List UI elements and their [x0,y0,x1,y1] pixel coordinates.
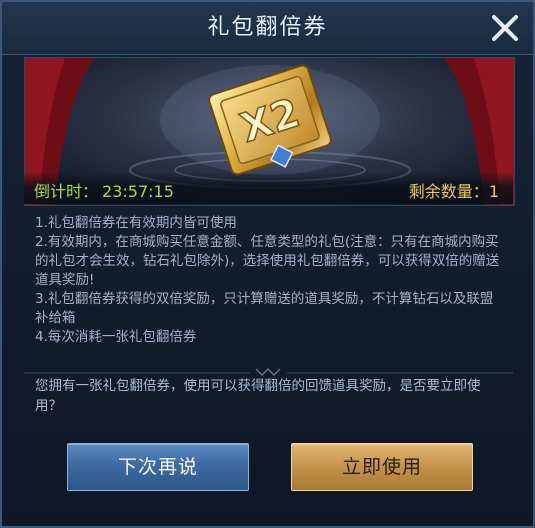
rules-list: 1.礼包翻倍券在有效期内皆可使用 2.有效期内，在商城购买任意金额、任意类型的礼… [35,214,505,347]
remaining-label: 剩余数量： [408,182,489,201]
close-icon [492,15,518,41]
rule-item: 3.礼包翻倍券获得的双倍奖励，只计算赠送的道具奖励，不计算钻石以及联盟补给箱 [35,291,494,326]
countdown-label: 倒计时： [34,182,99,201]
close-button[interactable] [489,12,521,44]
confirm-question: 您拥有一张礼包翻倍券，使用可以获得翻倍的回馈道具奖励，是否要立即使用？ [35,378,481,414]
rule-item: 1.礼包翻倍券在有效期内皆可使用 [35,215,237,231]
remaining-count: 剩余数量：1 [409,178,499,202]
remaining-value: 1 [488,182,499,201]
countdown: 倒计时： 23:57:15 [34,178,174,202]
coupon-dialog: 礼包翻倍券 X2 倒计时： 23:57:15 剩余数量：1 1.礼包翻倍券在有效… [0,0,535,528]
countdown-value: 23:57:15 [102,182,174,201]
use-now-button[interactable]: 立即使用 [291,443,473,491]
title-bar: 礼包翻倍券 [2,2,533,55]
rule-item: 2.有效期内，在商城购买任意金额、任意类型的礼包(注意：只有在商城内购买的礼包才… [35,234,500,288]
later-button[interactable]: 下次再说 [67,443,249,491]
timer-strip: 倒计时： 23:57:15 剩余数量：1 [24,172,513,204]
dialog-title: 礼包翻倍券 [207,15,328,40]
rule-item: 4.每次消耗一张礼包翻倍券 [35,329,197,345]
